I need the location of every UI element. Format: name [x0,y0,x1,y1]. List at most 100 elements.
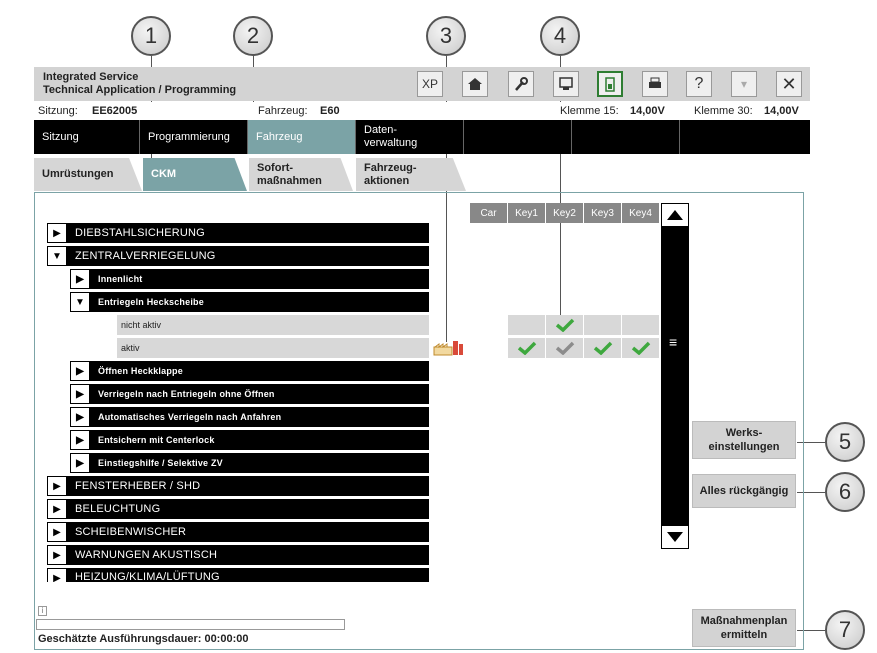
duration-label: Geschätzte Ausführungsdauer: 00:00:00 [38,633,249,645]
expand-icon[interactable]: ▶ [70,384,90,404]
cell-aktiv-key1[interactable] [508,338,545,358]
tree-label: ZENTRALVERRIEGELUNG [75,250,216,262]
callout-4: 4 [540,16,580,56]
scroll-thumb-icon[interactable]: ≡ [669,334,677,350]
tree-item-innenlicht[interactable]: ▶ Innenlicht [70,269,429,289]
tree-item-einstiegshilfe[interactable]: ▶ Einstiegshilfe / Selektive ZV [70,453,429,473]
tree-item-verriegeln[interactable]: ▶ Verriegeln nach Entriegeln ohne Öffnen [70,384,429,404]
klemme30-value: 14,00V [764,105,799,117]
close-icon[interactable]: ✕ [776,71,802,97]
option-aktiv[interactable]: aktiv [117,338,429,358]
expand-icon[interactable]: ▶ [47,499,67,519]
tab-datenverwaltung[interactable]: Daten- verwaltung [356,120,464,154]
tree-item-entriegeln-heckscheibe[interactable]: ▼ Entriegeln Heckscheibe [70,292,429,312]
collapse-icon[interactable]: ▼ [47,246,67,266]
callout-6: 6 [825,472,865,512]
tree-item-fensterheber[interactable]: ▶ FENSTERHEBER / SHD [47,476,429,496]
cell-aktiv-key3[interactable] [584,338,621,358]
cell-nicht-aktiv-key1[interactable] [508,315,545,335]
tree-item-oeffnen-heckklappe[interactable]: ▶ Öffnen Heckklappe [70,361,429,381]
xp-button[interactable]: XP [417,71,443,97]
main-nav: Sitzung Programmierung Fahrzeug Daten- v… [34,120,810,154]
key-header-key2: Key2 [546,203,583,223]
alles-rueckgaengig-button[interactable]: Alles rückgängig [692,474,796,508]
klemme15-value: 14,00V [630,105,665,117]
tree-label: DIEBSTAHLSICHERUNG [75,227,205,239]
expand-icon[interactable]: ▶ [47,545,67,565]
dropdown-icon[interactable]: ▾ [731,71,757,97]
tab-sitzung[interactable]: Sitzung [34,120,140,154]
app-title-line1: Integrated Service [43,71,139,83]
expand-icon[interactable]: ▶ [47,522,67,542]
massnahmenplan-button[interactable]: Maßnahmenplan ermitteln [692,609,796,647]
wrench-icon[interactable] [508,71,534,97]
subtab-fahrzeugaktionen[interactable]: Fahrzeug- aktionen [356,158,466,191]
factory-default-icon [433,338,465,356]
info-icon[interactable]: i [38,606,47,616]
tree-item-beleuchtung[interactable]: ▶ BELEUCHTUNG [47,499,429,519]
tree-item-auto-verriegeln[interactable]: ▶ Automatisches Verriegeln nach Anfahren [70,407,429,427]
expand-icon[interactable]: ▶ [70,361,90,381]
app-title-line2: Technical Application / Programming [43,84,237,96]
tab-empty-2 [572,120,680,154]
subtab-sofortmassnahmen[interactable]: Sofort- maßnahmen [249,158,353,191]
key-columns-header: Car Key1 Key2 Key3 Key4 [470,203,660,223]
home-icon[interactable] [462,71,488,97]
scroll-up-button[interactable] [662,204,688,226]
cell-nicht-aktiv-key4[interactable] [622,315,659,335]
callout-5: 5 [825,422,865,462]
cell-aktiv-key2[interactable] [546,338,583,358]
cell-nicht-aktiv-key2[interactable] [546,315,583,335]
app-title: Integrated Service Technical Application… [43,71,236,97]
expand-icon[interactable]: ▶ [70,269,90,289]
tree-label: Automatisches Verriegeln nach Anfahren [98,412,282,422]
module-icon[interactable] [553,71,579,97]
tree-label: Entsichern mit Centerlock [98,435,215,445]
tab-empty-3 [680,120,810,154]
check-icon [593,341,612,355]
key-header-car: Car [470,203,507,223]
tree-label: Öffnen Heckklappe [98,366,183,376]
tree-label: FENSTERHEBER / SHD [75,480,201,492]
vehicle-value: E60 [320,105,340,117]
app-header: Integrated Service Technical Application… [34,67,810,101]
printer-icon[interactable] [642,71,668,97]
expand-icon[interactable]: ▶ [70,453,90,473]
expand-icon[interactable]: ▶ [47,568,67,582]
cell-nicht-aktiv-key3[interactable] [584,315,621,335]
key-header-key1: Key1 [508,203,545,223]
expand-icon[interactable]: ▶ [47,223,67,243]
help-icon[interactable]: ? [686,71,712,97]
collapse-icon[interactable]: ▼ [70,292,90,312]
werkseinstellungen-button[interactable]: Werks- einstellungen [692,421,796,459]
tab-fahrzeug[interactable]: Fahrzeug [248,120,356,154]
subtab-umruestungen[interactable]: Umrüstungen [34,158,142,191]
tree-item-entsichern[interactable]: ▶ Entsichern mit Centerlock [70,430,429,450]
tab-programmierung[interactable]: Programmierung [140,120,248,154]
tree-label: WARNUNGEN AKUSTISCH [75,549,218,561]
tree-item-heizung[interactable]: ▶ HEIZUNG/KLIMA/LÜFTUNG [47,568,429,582]
tree-label: SCHEIBENWISCHER [75,526,187,538]
tree-item-diebstahlsicherung[interactable]: ▶ DIEBSTAHLSICHERUNG [47,223,429,243]
tree-item-zentralverriegelung[interactable]: ▼ ZENTRALVERRIEGELUNG [47,246,429,266]
scroll-down-button[interactable] [662,526,688,548]
expand-icon[interactable]: ▶ [70,407,90,427]
tree-item-scheibenwischer[interactable]: ▶ SCHEIBENWISCHER [47,522,429,542]
tree-item-warnungen[interactable]: ▶ WARNUNGEN AKUSTISCH [47,545,429,565]
key-header-key4: Key4 [622,203,659,223]
callout-1: 1 [131,16,171,56]
callout-2: 2 [233,16,273,56]
expand-icon[interactable]: ▶ [47,476,67,496]
cell-aktiv-key4[interactable] [622,338,659,358]
battery-icon[interactable] [597,71,623,97]
check-icon [555,318,574,332]
vehicle-label: Fahrzeug: [258,105,308,117]
key-header-key3: Key3 [584,203,621,223]
option-nicht-aktiv[interactable]: nicht aktiv [117,315,429,335]
tree-label: Innenlicht [98,274,143,284]
tree-label: Einstiegshilfe / Selektive ZV [98,458,223,468]
expand-icon[interactable]: ▶ [70,430,90,450]
subtab-ckm[interactable]: CKM [143,158,247,191]
scrollbar[interactable]: ≡ [661,203,689,549]
tree-label: Verriegeln nach Entriegeln ohne Öffnen [98,389,275,399]
